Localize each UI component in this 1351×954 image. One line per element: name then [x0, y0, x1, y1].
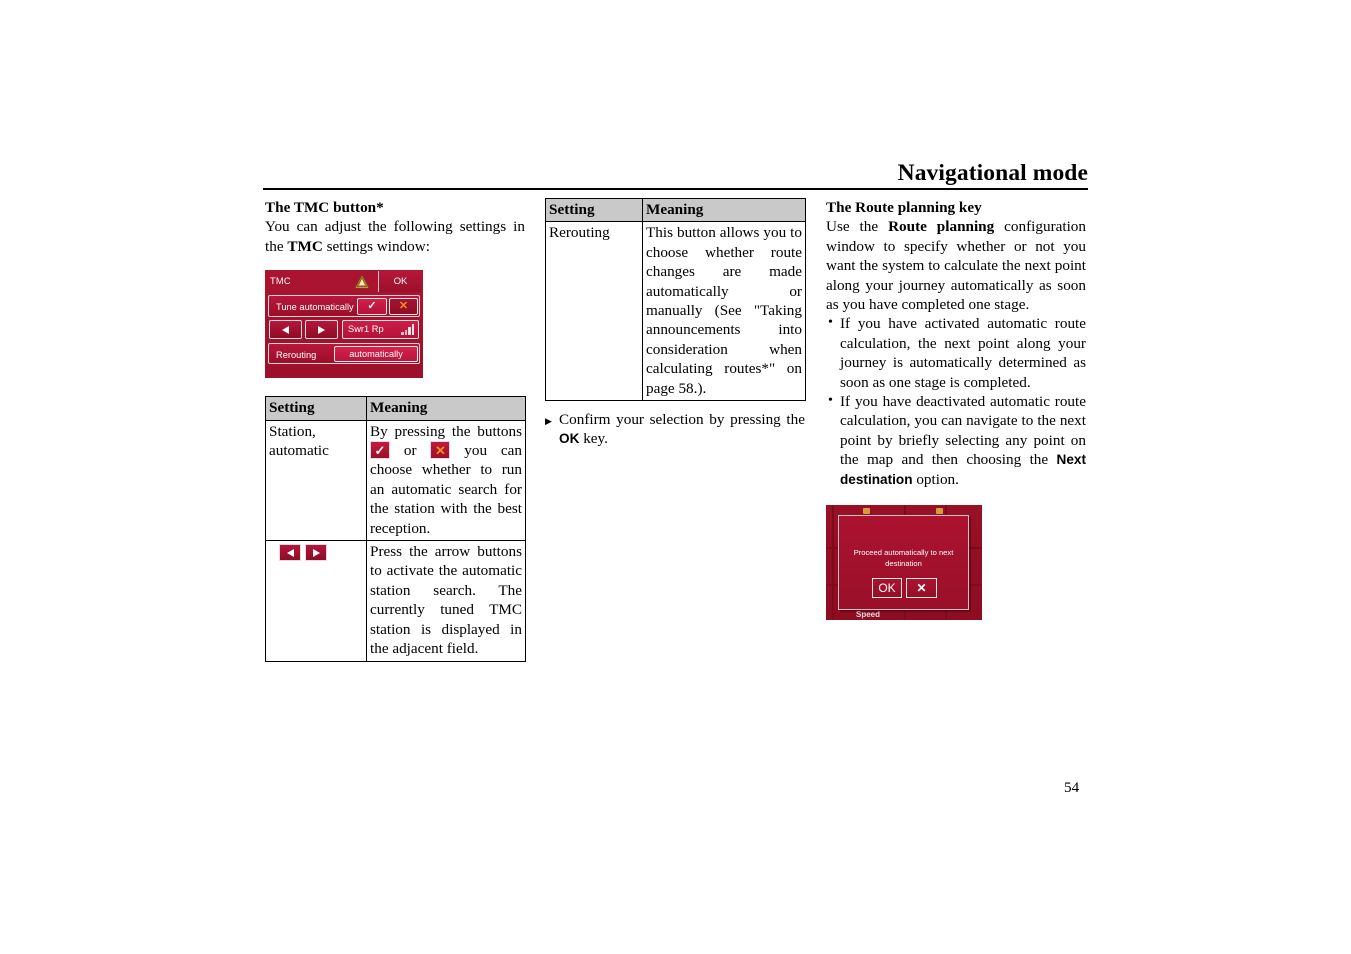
- arrow-right-icon: [318, 326, 325, 334]
- tmc-station-field[interactable]: Swr1 Rp: [342, 320, 419, 339]
- tmc-tune-automatically-row: Tune automatically ✓ ✕: [268, 295, 420, 317]
- tmc-settings-screenshot: TMC OK Tune automatically ✓ ✕: [265, 270, 423, 378]
- confirm-selection-step: Confirm your selection by pressing the O…: [545, 410, 805, 449]
- cross-icon: ✕: [430, 441, 450, 459]
- navigation-dialog-screenshot: Speed Proceed automatically to next dest…: [826, 505, 982, 620]
- table-row: Rerouting This button allows you to choo…: [546, 222, 806, 401]
- route-planning-paragraph: Use the Route planning configuration win…: [826, 217, 1086, 314]
- column-header-meaning: Meaning: [367, 397, 526, 420]
- right-column: The Route planning key Use the Route pla…: [826, 198, 1086, 620]
- page-title: Navigational mode: [898, 160, 1088, 187]
- arrow-right-icon: [305, 544, 327, 561]
- dialog-message: Proceed automatically to next destinatio…: [847, 547, 960, 569]
- map-grid-line: [832, 505, 834, 620]
- tmc-rerouting-label: Rerouting: [276, 350, 316, 360]
- rerouting-settings-table: Setting Meaning Rerouting This button al…: [545, 198, 806, 401]
- table-header-row: Setting Meaning: [266, 397, 526, 420]
- step-text-post: key.: [579, 430, 608, 447]
- tmc-settings-table: Setting Meaning Station, automatic By pr…: [265, 396, 526, 661]
- tmc-intro-bold: TMC: [287, 238, 322, 255]
- table-row: Press the arrow buttons to activate the …: [266, 541, 526, 661]
- middle-column: Setting Meaning Rerouting This button al…: [545, 198, 805, 449]
- bullet2-post: option.: [913, 471, 959, 488]
- arrow-left-icon: [279, 544, 301, 561]
- tmc-prev-station-button[interactable]: [269, 320, 302, 339]
- tmc-rerouting-row: Rerouting automatically: [268, 343, 420, 364]
- column-header-setting: Setting: [266, 397, 367, 420]
- cell-meaning-rerouting: This button allows you to choose whether…: [643, 222, 806, 401]
- signal-strength-icon: [401, 323, 414, 335]
- arrow-left-icon: [282, 326, 289, 334]
- table-row: Station, automatic By pressing the butto…: [266, 420, 526, 540]
- route-planning-bullets: If you have activated automatic route ca…: [826, 314, 1086, 489]
- tmc-section-heading: The TMC button*: [265, 198, 525, 217]
- tmc-station-name: Swr1 Rp: [348, 325, 384, 334]
- tmc-next-station-button[interactable]: [305, 320, 338, 339]
- tmc-station-row: Swr1 Rp: [268, 319, 420, 341]
- meaning-text-part1: By pressing the buttons: [370, 423, 522, 440]
- table-header-row: Setting Meaning: [546, 199, 806, 222]
- route-planning-bold: Route planning: [888, 218, 994, 235]
- tmc-ok-button[interactable]: OK: [378, 271, 422, 292]
- tmc-tune-label: Tune automatically: [276, 302, 354, 312]
- column-header-setting: Setting: [546, 199, 643, 222]
- tmc-tune-reject-button[interactable]: ✕: [389, 298, 418, 315]
- cross-icon: ✕: [916, 581, 926, 595]
- tmc-window-title: TMC: [270, 276, 291, 286]
- cell-meaning-arrow-buttons: Press the arrow buttons to activate the …: [367, 541, 526, 661]
- list-item: If you have deactivated automatic route …: [826, 392, 1086, 489]
- tmc-tune-accept-button[interactable]: ✓: [357, 298, 387, 315]
- check-icon: ✓: [367, 301, 376, 312]
- cell-meaning-station-automatic: By pressing the buttons ✓ or ✕ you can c…: [367, 420, 526, 540]
- tmc-intro-paragraph: You can adjust the following settings in…: [265, 217, 525, 256]
- dialog-cancel-button[interactable]: ✕: [906, 578, 937, 598]
- dialog-ok-button[interactable]: OK: [872, 578, 902, 598]
- route-planning-section-heading: The Route planning key: [826, 198, 1086, 217]
- step-ok-key: OK: [559, 431, 579, 446]
- bullet2-pre: If you have deactivated automatic route …: [840, 393, 1086, 468]
- tmc-titlebar: TMC OK: [265, 270, 423, 293]
- tmc-intro-pre: the: [265, 238, 287, 255]
- list-item: If you have activated automatic route ca…: [826, 314, 1086, 392]
- left-column: The TMC button* You can adjust the follo…: [265, 198, 525, 662]
- tmc-intro-line1: You can adjust the following settings in: [265, 218, 525, 235]
- check-icon: ✓: [370, 441, 390, 459]
- meaning-text-or: or: [404, 442, 417, 459]
- cross-icon: ✕: [399, 301, 408, 312]
- warning-triangle-icon: [354, 274, 370, 289]
- arrow-button-pair: [279, 544, 327, 561]
- paragraph-pre: Use the: [826, 218, 888, 235]
- tmc-intro-post: settings window:: [323, 238, 430, 255]
- map-poi-icon: [936, 508, 943, 514]
- tmc-rerouting-value-button[interactable]: automatically: [334, 346, 418, 362]
- column-header-meaning: Meaning: [643, 199, 806, 222]
- proceed-automatically-dialog: Proceed automatically to next destinatio…: [838, 515, 969, 610]
- speed-label: Speed: [856, 610, 880, 619]
- cell-setting-arrow-buttons: [266, 541, 367, 661]
- page-number: 54: [1064, 779, 1079, 797]
- page-header: Navigational mode: [263, 160, 1088, 192]
- cell-setting-station-automatic: Station, automatic: [266, 420, 367, 540]
- step-text-pre: Confirm your selection by pressing the: [559, 411, 805, 428]
- map-poi-icon: [863, 508, 870, 514]
- cell-setting-rerouting: Rerouting: [546, 222, 643, 401]
- header-rule: [263, 188, 1088, 190]
